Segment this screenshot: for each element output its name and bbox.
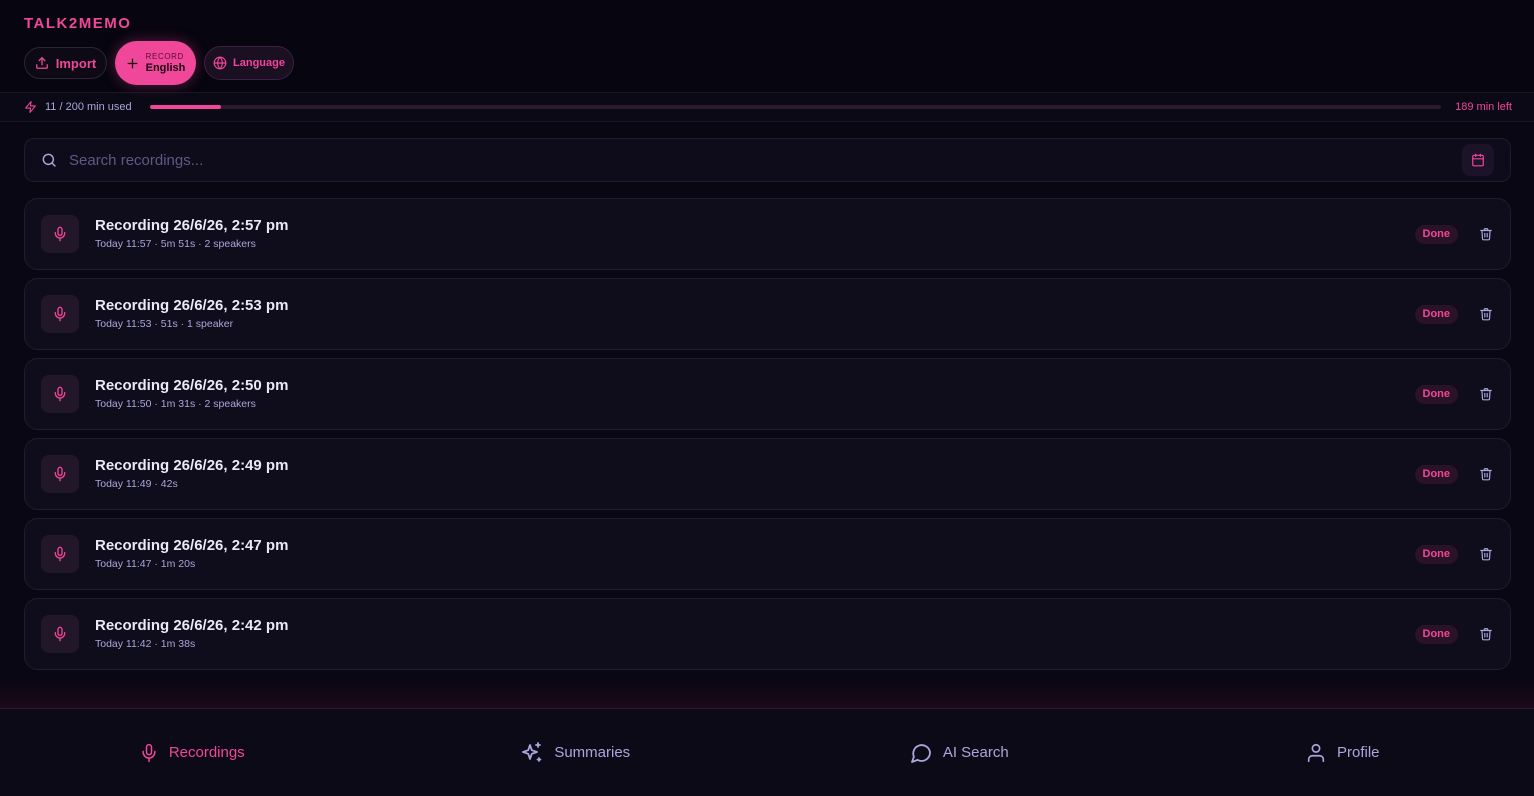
bottom-glow [0,680,1534,708]
search-bar [24,138,1511,182]
recording-mic-box [41,295,79,333]
delete-button[interactable] [1478,305,1494,323]
recording-meta: Today 11:57 · 5m 51s · 2 speakers [95,238,256,250]
recording-meta: Today 11:49 · 42s [95,478,178,490]
microphone-icon [52,465,68,483]
recording-title: Recording 26/6/26, 2:47 pm [95,537,289,554]
recording-info: Recording 26/6/26, 2:50 pm Today 11:50 ·… [95,377,1415,411]
recordings-list: Recording 26/6/26, 2:57 pm Today 11:57 ·… [24,198,1511,678]
delete-button[interactable] [1478,545,1494,563]
record-button[interactable]: RECORD English [115,41,196,85]
recording-mic-box [41,535,79,573]
microphone-icon [139,741,159,765]
sparkles-icon [520,741,544,765]
delete-button[interactable] [1478,465,1494,483]
nav-ai-search-label: AI Search [942,744,1009,761]
usage-progress-track [149,105,1442,109]
microphone-icon [52,305,68,323]
recording-row[interactable]: Recording 26/6/26, 2:50 pm Today 11:50 ·… [24,358,1511,430]
nav-profile-label: Profile [1336,744,1380,761]
header: TALK2MEMO Import RECORD English Language [0,0,1534,92]
recording-info: Recording 26/6/26, 2:47 pm Today 11:47 ·… [95,537,1415,571]
record-label-stack: RECORD English [145,51,186,74]
recording-meta: Today 11:42 · 1m 38s [95,638,196,650]
recording-info: Recording 26/6/26, 2:53 pm Today 11:53 ·… [95,297,1415,331]
recording-title: Recording 26/6/26, 2:57 pm [95,217,289,234]
app-root: TALK2MEMO Import RECORD English Language… [0,0,1534,796]
nav-recordings[interactable]: Recordings [0,709,384,796]
trash-icon [1479,546,1493,562]
search-input[interactable] [69,151,1462,169]
delete-button[interactable] [1478,385,1494,403]
status-badge: Done [1414,624,1458,644]
microphone-icon [52,385,68,403]
usage-left-text: 189 min left [1455,101,1512,113]
import-label: Import [55,55,97,71]
recording-title: Recording 26/6/26, 2:53 pm [95,297,289,314]
trash-icon [1479,626,1493,642]
recording-row[interactable]: Recording 26/6/26, 2:53 pm Today 11:53 ·… [24,278,1511,350]
globe-icon [213,56,227,70]
recording-meta: Today 11:50 · 1m 31s · 2 speakers [95,398,256,410]
recording-row[interactable]: Recording 26/6/26, 2:57 pm Today 11:57 ·… [24,198,1511,270]
usage-progress-fill [149,105,221,109]
brand-logo[interactable]: TALK2MEMO [24,15,1510,33]
toolbar: Import RECORD English Language [24,41,1510,85]
recording-row[interactable]: Recording 26/6/26, 2:47 pm Today 11:47 ·… [24,518,1511,590]
recording-title: Recording 26/6/26, 2:50 pm [95,377,289,394]
status-badge: Done [1414,224,1458,244]
language-button[interactable]: Language [204,46,294,80]
recording-row[interactable]: Recording 26/6/26, 2:49 pm Today 11:49 ·… [24,438,1511,510]
nav-profile[interactable]: Profile [1151,709,1534,796]
search-icon [41,152,57,168]
chat-bubble-icon [909,741,933,765]
upload-icon [35,56,49,70]
recording-info: Recording 26/6/26, 2:57 pm Today 11:57 ·… [95,217,1415,251]
status-badge: Done [1414,544,1458,564]
status-badge: Done [1414,464,1458,484]
trash-icon [1479,386,1493,402]
recording-mic-box [41,375,79,413]
plus-icon [126,57,139,70]
trash-icon [1479,226,1493,242]
nav-recordings-label: Recordings [168,744,245,761]
microphone-icon [52,545,68,563]
recording-mic-box [41,455,79,493]
recording-info: Recording 26/6/26, 2:42 pm Today 11:42 ·… [95,617,1415,651]
usage-used-text: 11 / 200 min used [45,101,132,113]
trash-icon [1479,466,1493,482]
recording-title: Recording 26/6/26, 2:42 pm [95,617,289,634]
calendar-filter-button[interactable] [1462,144,1494,176]
record-language-label: English [145,61,186,74]
microphone-icon [52,625,68,643]
recording-meta: Today 11:53 · 51s · 1 speaker [95,318,234,330]
import-button[interactable]: Import [24,47,107,79]
status-badge: Done [1414,304,1458,324]
user-icon [1305,741,1327,765]
nav-summaries-label: Summaries [554,744,631,761]
recording-meta: Today 11:47 · 1m 20s [95,558,196,570]
recording-mic-box [41,215,79,253]
status-badge: Done [1414,384,1458,404]
nav-summaries[interactable]: Summaries [384,709,768,796]
delete-button[interactable] [1478,625,1494,643]
recording-mic-box [41,615,79,653]
calendar-icon [1471,153,1485,167]
recording-row[interactable]: Recording 26/6/26, 2:42 pm Today 11:42 ·… [24,598,1511,670]
trash-icon [1479,306,1493,322]
microphone-icon [52,225,68,243]
recording-info: Recording 26/6/26, 2:49 pm Today 11:49 ·… [95,457,1415,491]
recording-title: Recording 26/6/26, 2:49 pm [95,457,289,474]
usage-bar: 11 / 200 min used 189 min left [0,92,1534,122]
language-label: Language [233,57,285,69]
bottom-nav: Recordings Summaries AI Search Profile [0,708,1534,796]
record-small-label: RECORD [145,51,184,61]
nav-ai-search[interactable]: AI Search [767,709,1151,796]
lightning-icon [24,100,37,114]
delete-button[interactable] [1478,225,1494,243]
